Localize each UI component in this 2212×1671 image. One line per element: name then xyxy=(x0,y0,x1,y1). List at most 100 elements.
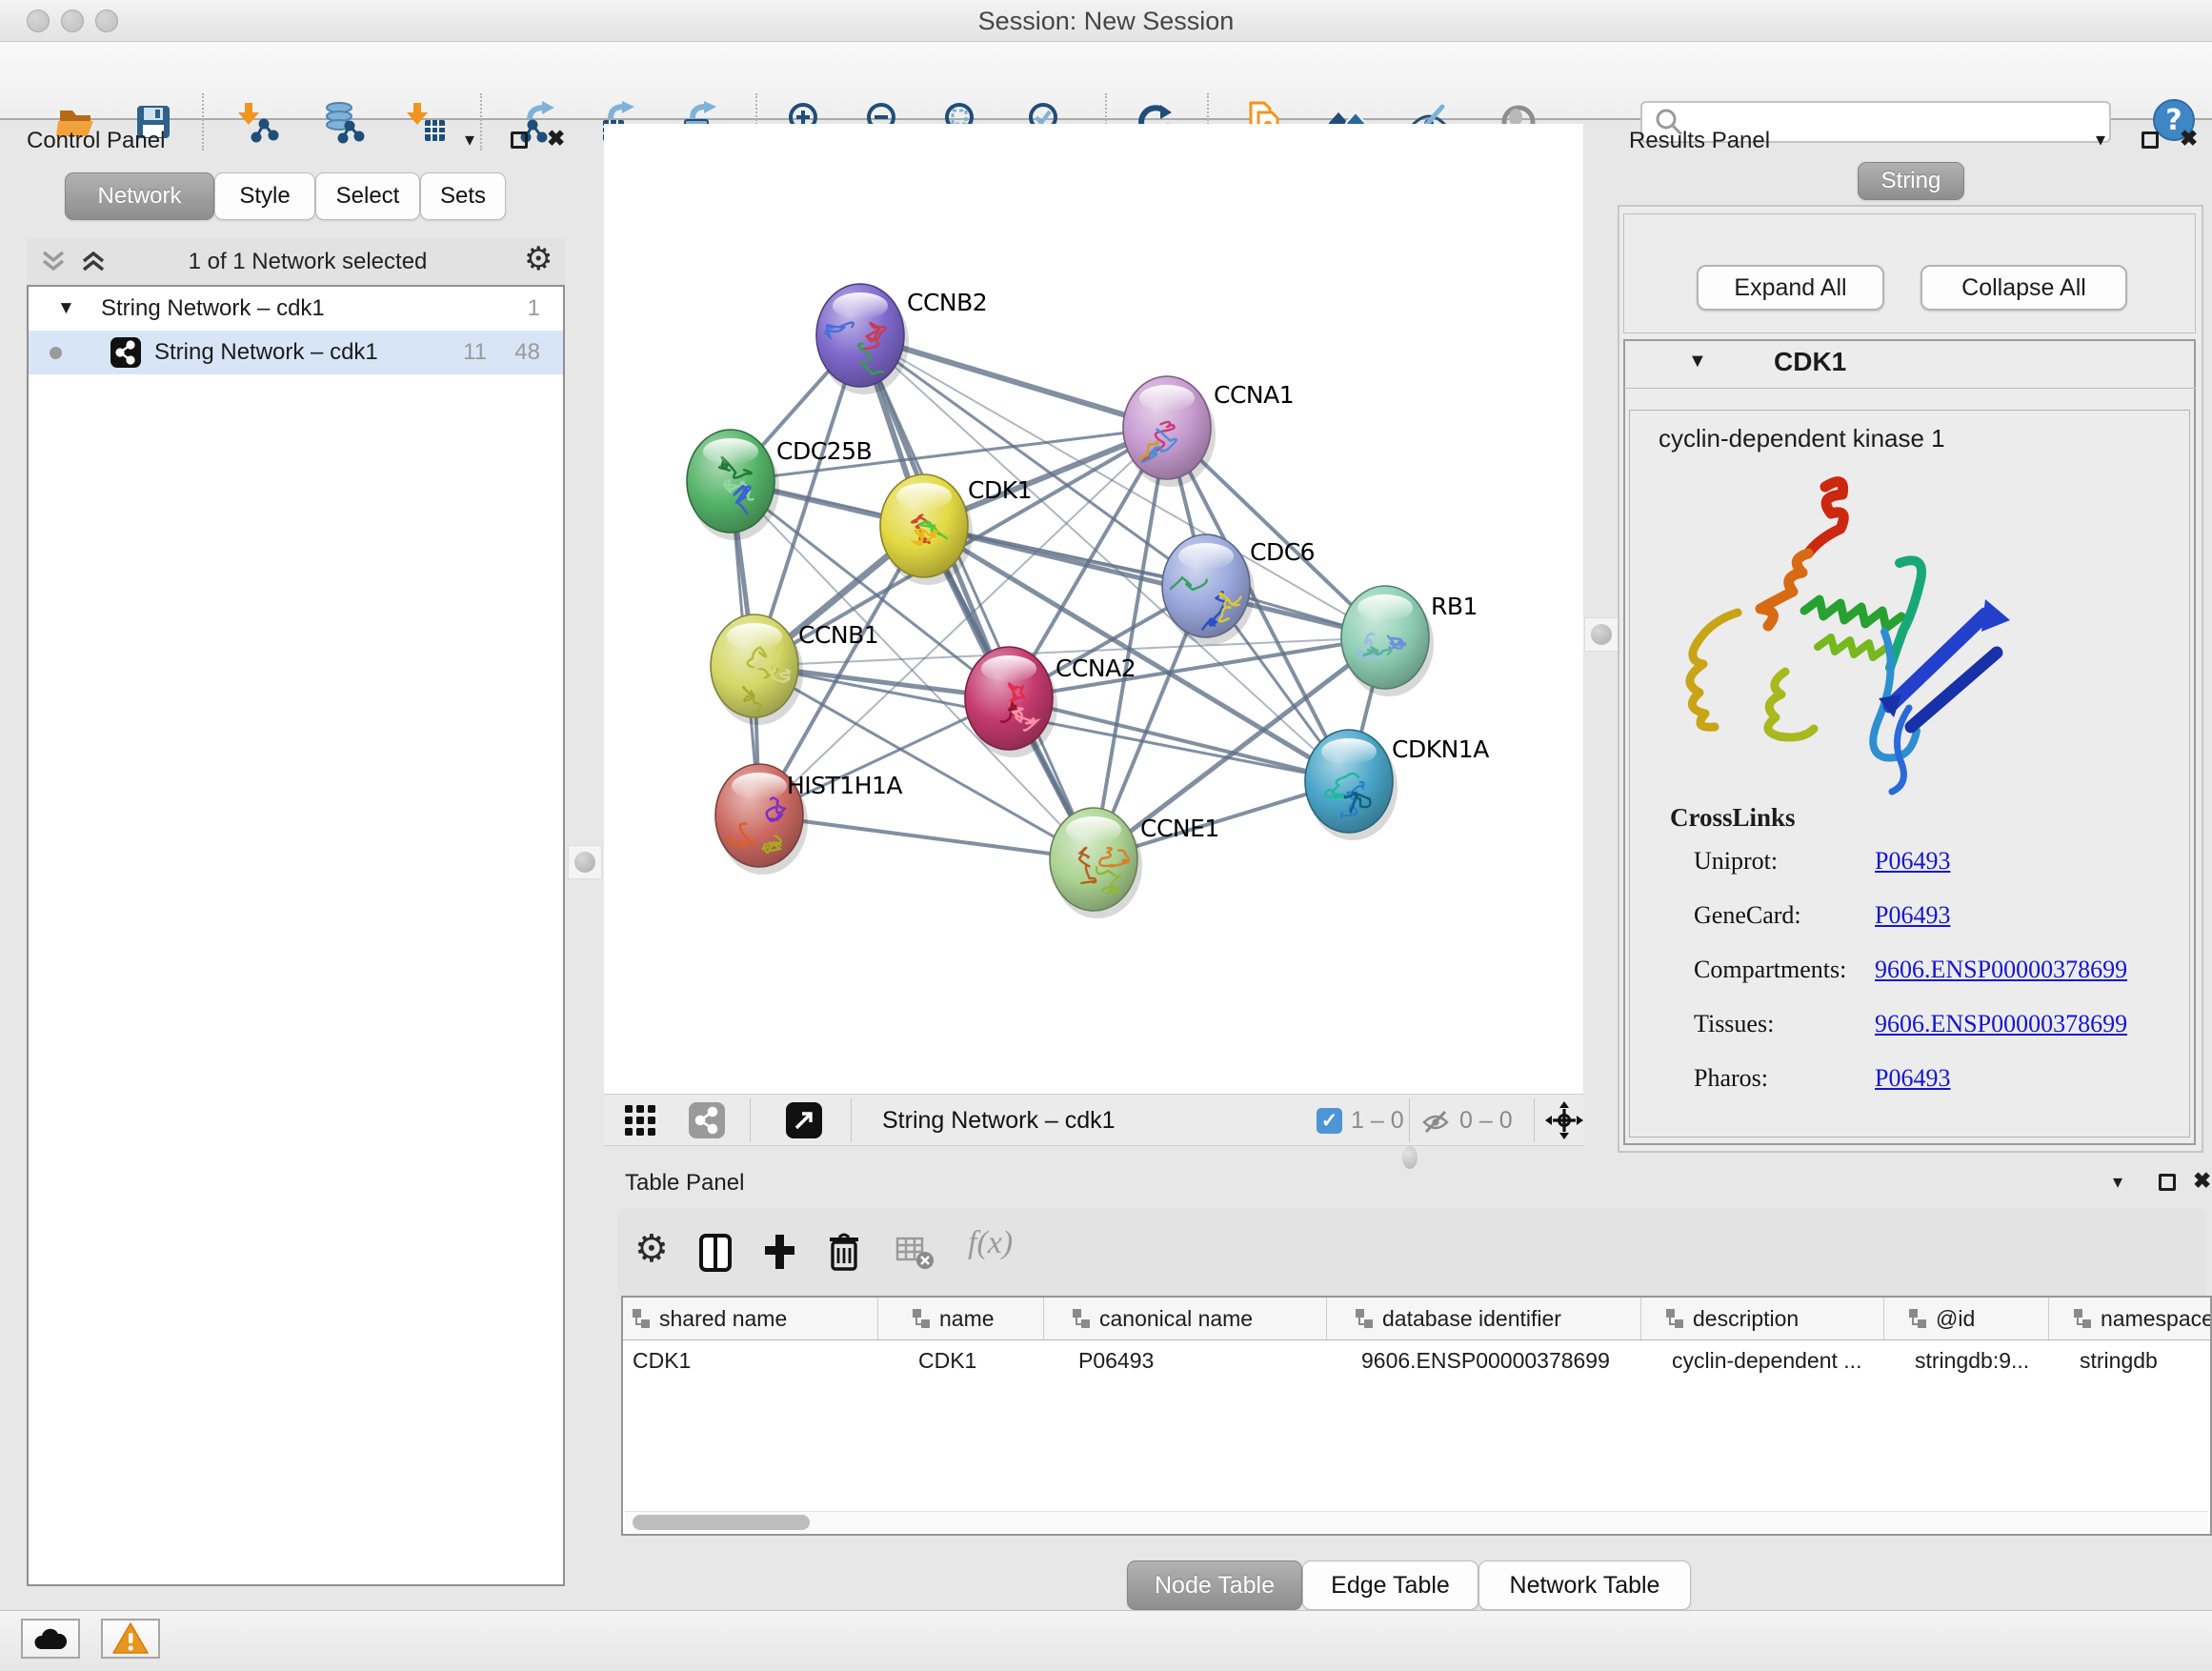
panel-close-icon[interactable]: ✖ xyxy=(2193,1168,2211,1194)
panel-collapse-icon[interactable]: ▾ xyxy=(2096,128,2105,151)
column-header[interactable]: @id xyxy=(1884,1298,2049,1339)
column-header[interactable]: canonical name xyxy=(1044,1298,1327,1339)
collection-label: String Network – cdk1 xyxy=(101,295,325,322)
network-node[interactable] xyxy=(1341,586,1434,696)
network-node[interactable] xyxy=(816,284,909,394)
fit-crosshair-icon[interactable] xyxy=(1545,1101,1583,1144)
table-cell[interactable]: stringdb:9... xyxy=(1884,1341,2049,1379)
network-collection-row[interactable]: ▼ String Network – cdk1 1 xyxy=(29,287,563,331)
expand-all-networks-icon[interactable] xyxy=(80,250,109,277)
node-label: CDK1 xyxy=(968,476,1032,504)
hidden-eye-slash-icon xyxy=(1420,1106,1451,1141)
panel-collapse-icon[interactable]: ▾ xyxy=(465,128,474,151)
main-toolbar: ? xyxy=(0,42,2212,120)
network-view-icon[interactable] xyxy=(689,1102,725,1138)
columns-icon[interactable] xyxy=(697,1233,735,1278)
crosslink-label: Pharos: xyxy=(1694,1064,1875,1093)
tree-expand-icon[interactable]: ▼ xyxy=(57,298,75,319)
network-canvas[interactable]: CCNB2CCNA1CDC25BCDK1CDC6RB1CCNB1CCNA2CDK… xyxy=(604,124,1583,1094)
network-node[interactable] xyxy=(1050,808,1142,918)
network-list-toolbar: 1 of 1 Network selected ⚙ xyxy=(27,238,565,285)
panel-close-icon[interactable]: ✖ xyxy=(547,126,565,151)
table-cell[interactable]: CDK1 xyxy=(623,1341,878,1379)
network-node[interactable] xyxy=(1123,376,1216,487)
scrollbar-thumb[interactable] xyxy=(633,1515,810,1530)
table-cell[interactable]: 9606.ENSP00000378699 xyxy=(1327,1341,1641,1379)
node-label: CCNA2 xyxy=(1056,654,1136,682)
section-collapse-icon[interactable]: ▼ xyxy=(1688,351,1707,372)
panel-collapse-icon[interactable]: ▾ xyxy=(2113,1170,2122,1194)
delete-trash-icon[interactable] xyxy=(825,1231,863,1278)
delete-table-icon[interactable] xyxy=(895,1237,935,1276)
node-label: HIST1H1A xyxy=(787,772,902,799)
network-node[interactable] xyxy=(687,430,779,540)
node-label: RB1 xyxy=(1431,593,1478,620)
left-splitter-handle[interactable] xyxy=(568,845,602,879)
column-header[interactable]: description xyxy=(1641,1298,1884,1339)
network-node[interactable] xyxy=(1155,534,1255,645)
tab-string[interactable]: String xyxy=(1858,162,1964,200)
table-cell[interactable]: cyclin-dependent ... xyxy=(1641,1341,1884,1379)
detach-view-icon[interactable] xyxy=(786,1102,822,1138)
cloud-button[interactable] xyxy=(21,1619,80,1659)
panel-float-icon[interactable] xyxy=(2159,1174,2176,1191)
tab-sets[interactable]: Sets xyxy=(420,172,506,220)
gear-icon[interactable]: ⚙ xyxy=(524,240,553,278)
panel-float-icon[interactable] xyxy=(2142,131,2159,149)
network-edge[interactable] xyxy=(759,815,1094,859)
tab-network[interactable]: Network xyxy=(65,172,214,220)
tab-select[interactable]: Select xyxy=(315,172,420,220)
function-builder-icon[interactable]: f(x) xyxy=(968,1225,1013,1261)
warning-button[interactable] xyxy=(101,1619,160,1659)
gear-icon[interactable]: ⚙ xyxy=(634,1227,669,1271)
node-count: 11 xyxy=(463,339,487,366)
gene-description: cyclin-dependent kinase 1 xyxy=(1659,424,1945,453)
collection-count: 1 xyxy=(528,295,540,322)
crosslink-label: Uniprot: xyxy=(1694,847,1875,876)
right-splitter-handle[interactable] xyxy=(1584,617,1619,652)
column-header[interactable]: namespace xyxy=(2049,1298,2212,1339)
toolbar-separator xyxy=(851,1098,852,1142)
crosslinks-title: CrossLinks xyxy=(1670,803,1796,833)
gene-section-header[interactable]: ▼ CDK1 xyxy=(1623,339,2196,389)
window-title: Session: New Session xyxy=(0,7,2212,36)
node-label: CCNE1 xyxy=(1140,815,1219,842)
network-edge[interactable] xyxy=(924,526,1385,637)
crosslink-link[interactable]: P06493 xyxy=(1875,901,1950,929)
panel-float-icon[interactable] xyxy=(511,131,528,149)
collapse-all-networks-icon[interactable] xyxy=(40,250,69,277)
grid-view-icon[interactable] xyxy=(624,1104,656,1141)
horizontal-scrollbar[interactable] xyxy=(625,1511,2208,1532)
table-cell[interactable]: stringdb xyxy=(2049,1341,2212,1379)
node-label: CDC25B xyxy=(776,437,872,465)
network-node[interactable] xyxy=(711,614,803,725)
tab-style[interactable]: Style xyxy=(214,172,315,220)
network-status-dot xyxy=(50,347,62,359)
node-label: CDC6 xyxy=(1250,538,1315,566)
crosslink-link[interactable]: 9606.ENSP00000378699 xyxy=(1875,1010,2127,1037)
crosslink-link[interactable]: P06493 xyxy=(1875,1064,1950,1092)
column-header[interactable]: name xyxy=(878,1298,1044,1339)
selected-counts: 1 – 0 xyxy=(1351,1107,1404,1135)
add-column-icon[interactable] xyxy=(762,1233,798,1276)
title-bar: Session: New Session xyxy=(0,0,2212,42)
control-panel-title: Control Panel xyxy=(27,128,165,154)
column-header[interactable]: shared name xyxy=(623,1298,878,1339)
tab-network-table[interactable]: Network Table xyxy=(1478,1560,1691,1610)
status-bar: Memory xyxy=(0,1610,2212,1671)
panel-close-icon[interactable]: ✖ xyxy=(2180,126,2198,151)
tab-edge-table[interactable]: Edge Table xyxy=(1302,1560,1478,1610)
column-header[interactable]: database identifier xyxy=(1327,1298,1641,1339)
crosslink-link[interactable]: P06493 xyxy=(1875,847,1950,875)
crosslink-label: GeneCard: xyxy=(1694,901,1875,930)
table-cell[interactable]: P06493 xyxy=(1044,1341,1327,1379)
tab-node-table[interactable]: Node Table xyxy=(1127,1560,1302,1610)
selected-checkbox-icon[interactable]: ✓ xyxy=(1317,1108,1342,1134)
expand-all-button[interactable]: Expand All xyxy=(1697,265,1884,311)
table-cell[interactable]: CDK1 xyxy=(878,1341,1044,1379)
network-node[interactable] xyxy=(1305,730,1398,840)
network-row[interactable]: String Network – cdk1 11 48 xyxy=(29,331,563,374)
network-node[interactable] xyxy=(880,474,973,585)
crosslink-link[interactable]: 9606.ENSP00000378699 xyxy=(1875,956,2127,983)
collapse-all-button[interactable]: Collapse All xyxy=(1920,265,2127,311)
